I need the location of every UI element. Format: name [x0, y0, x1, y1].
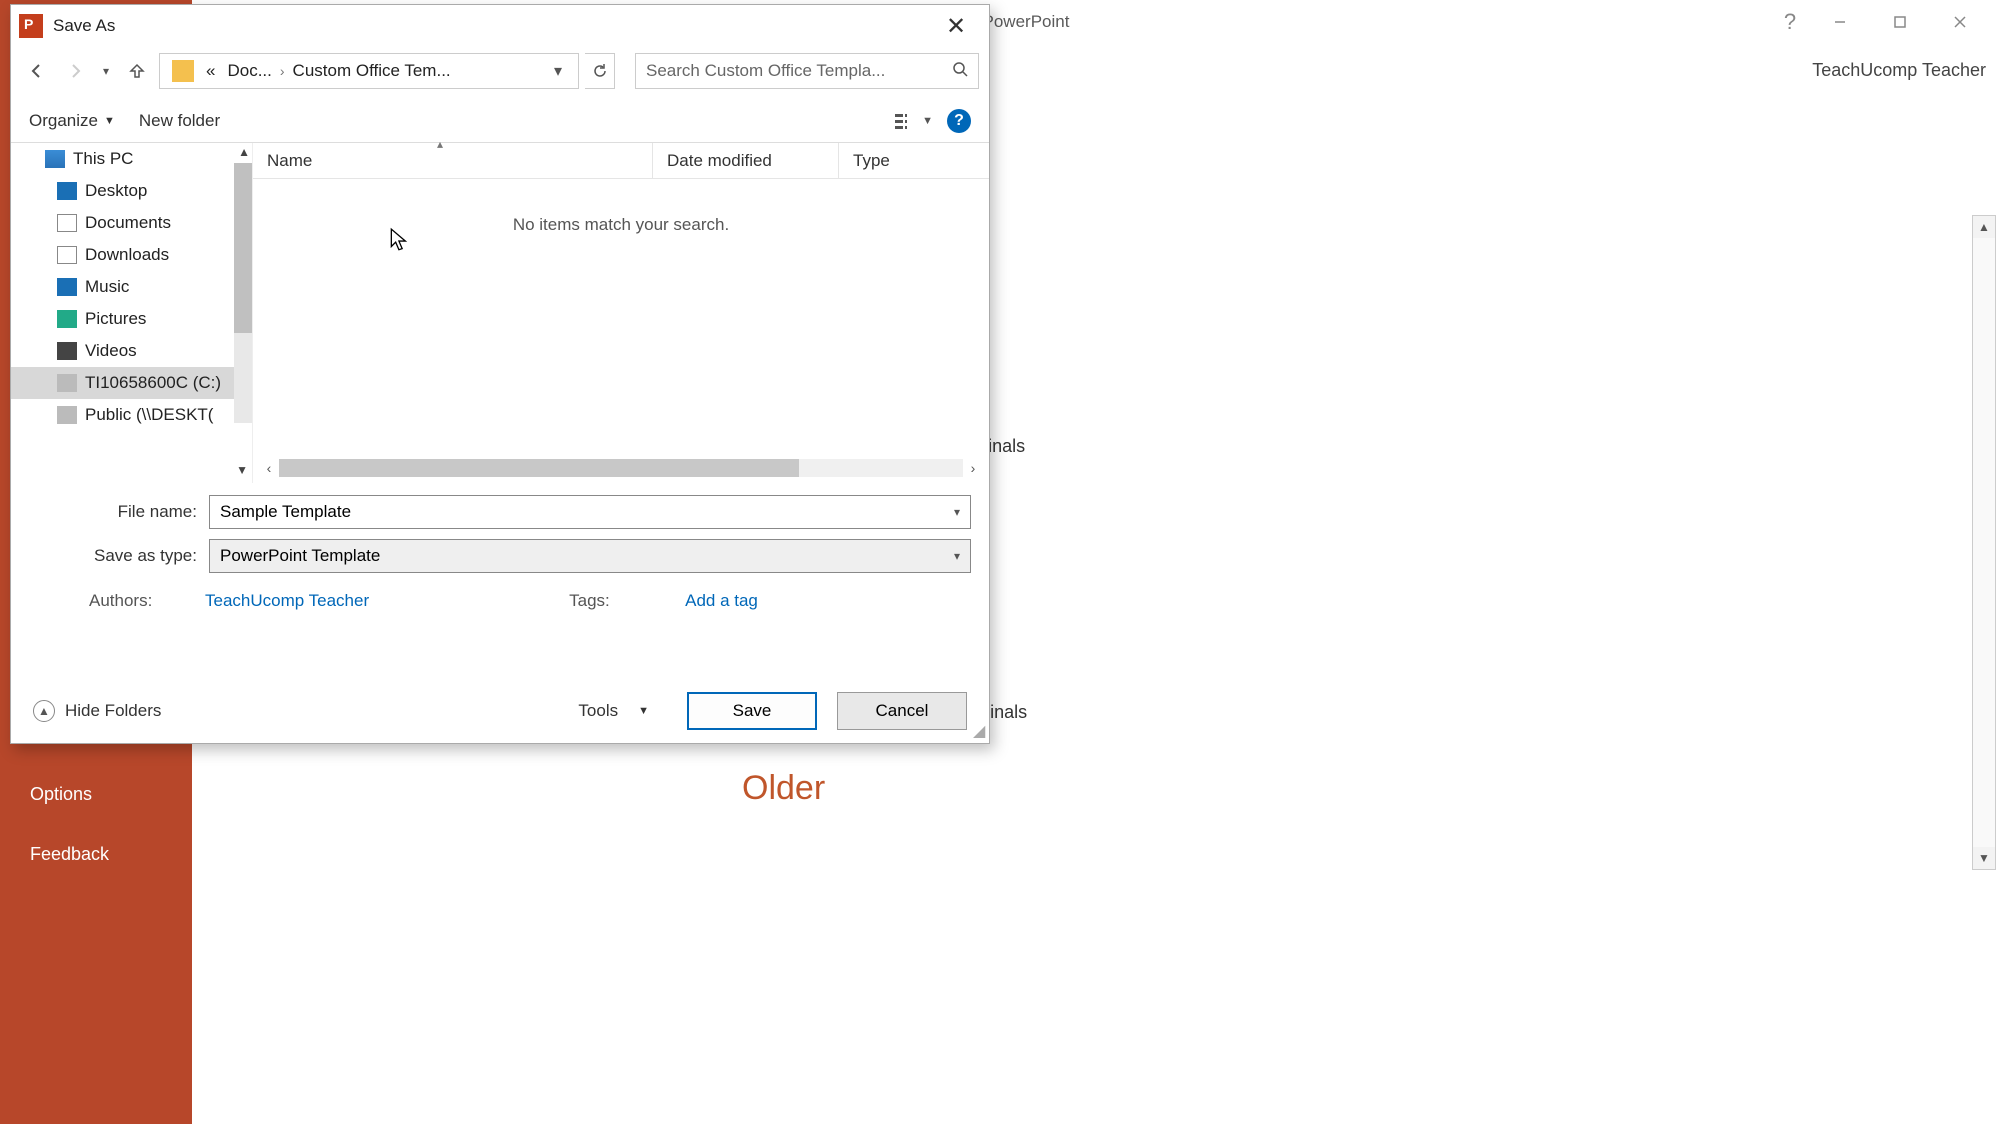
sort-indicator-icon: ▴: [437, 137, 443, 151]
breadcrumb-seg-2[interactable]: Custom Office Tem...: [287, 61, 457, 81]
savetype-dropdown-icon[interactable]: ▾: [954, 549, 960, 563]
authors-label: Authors:: [89, 591, 165, 611]
tree-item-downloads[interactable]: Downloads: [11, 239, 252, 271]
search-input[interactable]: Search Custom Office Templa...: [635, 53, 979, 89]
music-icon: [57, 278, 77, 296]
tree-scroll-down-icon[interactable]: ▼: [236, 463, 248, 477]
search-placeholder: Search Custom Office Templa...: [646, 61, 885, 81]
save-as-dialog: Save As ✕ ▾ « Doc... › Custom Office Tem…: [10, 4, 990, 744]
tree-item-videos[interactable]: Videos: [11, 335, 252, 367]
help-icon[interactable]: ?: [1770, 9, 1810, 35]
dialog-body: ▲ This PC Desktop Documents Downloads Mu…: [11, 143, 989, 483]
maximize-button[interactable]: [1870, 7, 1930, 37]
forward-button[interactable]: [59, 55, 91, 87]
resize-grip[interactable]: ◢: [973, 727, 987, 741]
hscroll-right-icon[interactable]: ›: [963, 460, 983, 476]
tree-item-desktop[interactable]: Desktop: [11, 175, 252, 207]
desktop-icon: [57, 182, 77, 200]
breadcrumb-laquo[interactable]: «: [200, 61, 221, 81]
dialog-nav: ▾ « Doc... › Custom Office Tem... ▾ Sear…: [11, 47, 989, 95]
dialog-titlebar[interactable]: Save As ✕: [11, 5, 989, 47]
dialog-toolbar: Organize▼ New folder ▼ ?: [11, 99, 989, 143]
organize-button[interactable]: Organize▼: [29, 111, 115, 131]
content-scrollbar[interactable]: ▲ ▼: [1972, 215, 1996, 870]
hscroll-track[interactable]: [279, 459, 963, 477]
tags-label: Tags:: [569, 591, 645, 611]
back-button[interactable]: [21, 55, 53, 87]
account-name[interactable]: TeachUcomp Teacher: [1812, 60, 1986, 81]
file-hscrollbar[interactable]: ‹ ›: [259, 457, 983, 479]
tree-item-public[interactable]: Public (\\DESKT(: [11, 399, 252, 431]
search-icon[interactable]: [952, 61, 968, 82]
chevron-down-icon: ▼: [638, 705, 649, 717]
minimize-button[interactable]: [1810, 7, 1870, 37]
save-button[interactable]: Save: [687, 692, 817, 730]
chevron-right-icon[interactable]: ›: [278, 63, 287, 79]
tree-item-thispc[interactable]: This PC: [11, 143, 252, 175]
folder-tree[interactable]: ▲ This PC Desktop Documents Downloads Mu…: [11, 143, 253, 483]
column-name[interactable]: Name: [253, 143, 653, 178]
sidebar-item-feedback[interactable]: Feedback: [0, 830, 139, 879]
up-button[interactable]: [121, 55, 153, 87]
close-button[interactable]: [1930, 7, 1990, 37]
dialog-close-button[interactable]: ✕: [931, 5, 981, 47]
drive-icon: [57, 374, 77, 392]
hscroll-thumb[interactable]: [279, 459, 799, 477]
tags-value[interactable]: Add a tag: [685, 591, 758, 611]
tree-scroll-thumb[interactable]: [234, 163, 252, 333]
documents-icon: [57, 214, 77, 232]
pc-icon: [45, 150, 65, 168]
view-options-button[interactable]: ▼: [894, 112, 933, 130]
powerpoint-icon: [19, 14, 43, 38]
tree-item-pictures[interactable]: Pictures: [11, 303, 252, 335]
file-list[interactable]: ▴ Name Date modified Type No items match…: [253, 143, 989, 483]
chevron-down-icon: ▼: [104, 115, 115, 127]
dialog-title: Save As: [53, 16, 115, 36]
refresh-button[interactable]: [585, 53, 615, 89]
filename-input[interactable]: Sample Template▾: [209, 495, 971, 529]
savetype-label: Save as type:: [29, 546, 209, 566]
collapse-icon: ▲: [33, 700, 55, 722]
tree-scrollbar[interactable]: [234, 163, 252, 423]
tree-item-documents[interactable]: Documents: [11, 207, 252, 239]
filename-dropdown-icon[interactable]: ▾: [954, 505, 960, 519]
network-drive-icon: [57, 406, 77, 424]
help-icon[interactable]: ?: [947, 109, 971, 133]
pictures-icon: [57, 310, 77, 328]
file-headers: Name Date modified Type: [253, 143, 989, 179]
column-type[interactable]: Type: [839, 143, 989, 178]
empty-message: No items match your search.: [253, 179, 989, 235]
sidebar-item-options[interactable]: Options: [0, 770, 122, 819]
scroll-track[interactable]: [1973, 238, 1995, 847]
breadcrumb-seg-1[interactable]: Doc...: [221, 61, 277, 81]
cancel-button[interactable]: Cancel: [837, 692, 967, 730]
new-folder-button[interactable]: New folder: [139, 111, 220, 131]
hide-folders-button[interactable]: ▲ Hide Folders: [33, 700, 161, 722]
tools-button[interactable]: Tools▼: [578, 701, 667, 721]
address-bar[interactable]: « Doc... › Custom Office Tem... ▾: [159, 53, 579, 89]
dialog-form: File name: Sample Template▾ Save as type…: [11, 483, 989, 615]
filename-label: File name:: [29, 502, 209, 522]
column-date[interactable]: Date modified: [653, 143, 839, 178]
scroll-up-icon[interactable]: ▲: [1973, 216, 1995, 238]
recent-dropdown-icon[interactable]: ▾: [97, 55, 115, 87]
hscroll-left-icon[interactable]: ‹: [259, 460, 279, 476]
dialog-footer: ▲ Hide Folders Tools▼ Save Cancel: [11, 679, 989, 743]
tree-scroll-up-icon[interactable]: ▲: [238, 145, 250, 159]
downloads-icon: [57, 246, 77, 264]
older-header: Older: [742, 769, 2000, 808]
videos-icon: [57, 342, 77, 360]
tree-item-cdrive[interactable]: TI10658600C (C:): [11, 367, 252, 399]
address-dropdown-icon[interactable]: ▾: [544, 61, 572, 81]
folder-icon: [172, 60, 194, 82]
scroll-down-icon[interactable]: ▼: [1973, 847, 1995, 869]
authors-value[interactable]: TeachUcomp Teacher: [205, 591, 369, 611]
savetype-select[interactable]: PowerPoint Template▾: [209, 539, 971, 573]
tree-item-music[interactable]: Music: [11, 271, 252, 303]
